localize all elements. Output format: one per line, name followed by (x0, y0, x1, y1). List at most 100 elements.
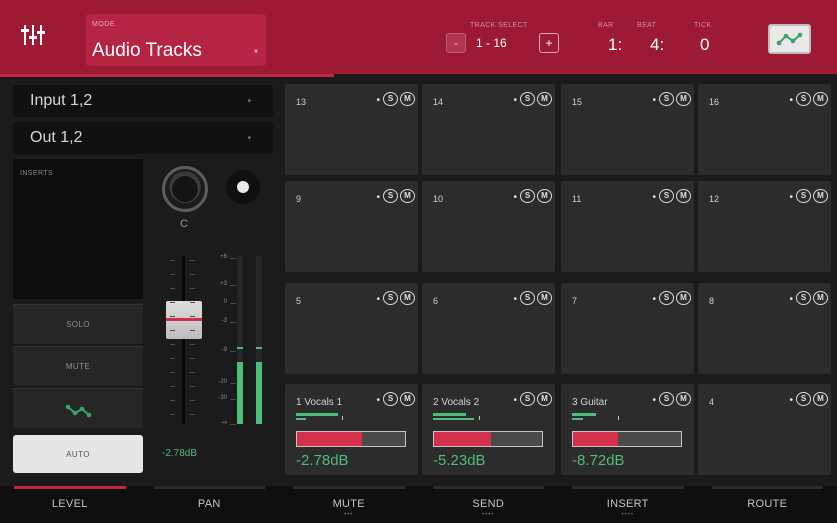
pad-record-dot[interactable]: • (513, 395, 517, 406)
fader-scale-tick (230, 322, 236, 323)
pad-solo-button[interactable]: S (659, 392, 674, 406)
pad-record-dot[interactable]: • (513, 95, 517, 106)
pad-mute-button[interactable]: M (813, 392, 828, 406)
pad-mute-button[interactable]: M (676, 392, 691, 406)
fader-minor-tick (190, 414, 195, 415)
pad-mute-button[interactable]: M (537, 189, 552, 203)
tab-route[interactable]: ROUTE (698, 486, 837, 523)
track-pad[interactable]: 8 • S M (698, 283, 831, 374)
pad-mute-button[interactable]: M (400, 189, 415, 203)
track-pad[interactable]: 4 • S M (698, 384, 831, 475)
pad-record-dot[interactable]: • (513, 294, 517, 305)
pad-volume-bar[interactable] (572, 431, 682, 447)
tab-send[interactable]: SEND •••• (419, 486, 559, 523)
pad-mute-button[interactable]: M (537, 92, 552, 106)
pad-mute-button[interactable]: M (537, 392, 552, 406)
pad-record-dot[interactable]: • (652, 294, 656, 305)
pad-mute-button[interactable]: M (676, 92, 691, 106)
tab-level[interactable]: LEVEL (0, 486, 140, 523)
pad-solo-button[interactable]: S (659, 291, 674, 305)
pad-record-dot[interactable]: • (652, 395, 656, 406)
pad-solo-button[interactable]: S (383, 92, 398, 106)
tick-value[interactable]: 0 (700, 35, 709, 55)
pad-solo-button[interactable]: S (796, 392, 811, 406)
pad-mute-button[interactable]: M (400, 92, 415, 106)
record-arm-button[interactable] (226, 170, 260, 204)
fader-handle[interactable] (166, 300, 202, 339)
pad-mute-button[interactable]: M (813, 92, 828, 106)
pad-record-dot[interactable]: • (652, 192, 656, 203)
pad-solo-button[interactable]: S (520, 92, 535, 106)
fader-value: -2.78dB (162, 448, 198, 459)
pad-mute-button[interactable]: M (400, 392, 415, 406)
fader-track[interactable] (182, 256, 185, 424)
pad-record-dot[interactable]: • (652, 95, 656, 106)
pad-solo-button[interactable]: S (659, 92, 674, 106)
track-pad[interactable]: 15 • S M (561, 84, 694, 175)
automation-button[interactable] (768, 24, 811, 54)
mode-selector[interactable]: MODE Audio Tracks ▾ (86, 14, 266, 66)
pad-record-dot[interactable]: • (376, 294, 380, 305)
pad-record-dot[interactable]: • (513, 192, 517, 203)
pad-mute-button[interactable]: M (676, 291, 691, 305)
tab-mute[interactable]: MUTE ••• (279, 486, 419, 523)
track-pad[interactable]: 1 Vocals 1 • S M -2.78dB (285, 384, 418, 475)
track-pad[interactable]: 5 • S M (285, 283, 418, 374)
beat-value[interactable]: 4: (650, 35, 664, 55)
solo-button[interactable]: SOLO (13, 304, 143, 344)
auto-button[interactable]: AUTO (13, 435, 143, 473)
input-select[interactable]: Input 1,2 ▾ (13, 85, 273, 117)
pad-mute-button[interactable]: M (676, 189, 691, 203)
fader-minor-tick (190, 330, 195, 331)
pad-solo-button[interactable]: S (383, 392, 398, 406)
track-pad[interactable]: 9 • S M (285, 181, 418, 272)
pad-record-dot[interactable]: • (376, 192, 380, 203)
track-pad[interactable]: 6 • S M (422, 283, 555, 374)
tab-label: LEVEL (51, 498, 88, 510)
bar-value[interactable]: 1: (608, 35, 622, 55)
pad-mute-button[interactable]: M (813, 291, 828, 305)
inserts-panel[interactable]: INSERTS (13, 159, 143, 299)
automation-read-button[interactable] (13, 388, 143, 428)
pad-volume-bar[interactable] (433, 431, 543, 447)
pan-knob[interactable] (162, 166, 208, 212)
output-select[interactable]: Out 1,2 ▾ (13, 122, 273, 154)
pad-solo-button[interactable]: S (659, 189, 674, 203)
pad-number: 14 (433, 97, 444, 107)
pad-solo-button[interactable]: S (520, 392, 535, 406)
mute-button[interactable]: MUTE (13, 346, 143, 386)
pad-record-dot[interactable]: • (789, 192, 793, 203)
mixer-sliders-icon[interactable] (20, 22, 46, 48)
pad-mute-button[interactable]: M (400, 291, 415, 305)
pad-solo-button[interactable]: S (383, 189, 398, 203)
pad-solo-button[interactable]: S (796, 189, 811, 203)
fader-minor-tick (170, 302, 175, 303)
pad-record-dot[interactable]: • (789, 294, 793, 305)
pad-record-dot[interactable]: • (376, 395, 380, 406)
pad-solo-button[interactable]: S (796, 291, 811, 305)
track-pad[interactable]: 12 • S M (698, 181, 831, 272)
track-minus-button[interactable]: - (446, 33, 466, 53)
track-pad[interactable]: 7 • S M (561, 283, 694, 374)
pad-record-dot[interactable]: • (376, 95, 380, 106)
pad-solo-button[interactable]: S (520, 189, 535, 203)
pad-record-dot[interactable]: • (789, 395, 793, 406)
pad-solo-button[interactable]: S (796, 92, 811, 106)
pad-solo-button[interactable]: S (520, 291, 535, 305)
tab-pan[interactable]: PAN (140, 486, 280, 523)
pad-record-dot[interactable]: • (789, 95, 793, 106)
pad-mute-button[interactable]: M (813, 189, 828, 203)
track-pad[interactable]: 10 • S M (422, 181, 555, 272)
pad-mute-button[interactable]: M (537, 291, 552, 305)
track-pad[interactable]: 13 • S M (285, 84, 418, 175)
track-pad[interactable]: 14 • S M (422, 84, 555, 175)
tab-insert[interactable]: INSERT •••• (558, 486, 698, 523)
track-pad[interactable]: 16 • S M (698, 84, 831, 175)
track-pad[interactable]: 3 Guitar • S M -8.72dB (561, 384, 694, 475)
pad-solo-button[interactable]: S (383, 291, 398, 305)
pad-volume-bar[interactable] (296, 431, 406, 447)
pad-number: 16 (709, 97, 720, 107)
track-plus-button[interactable]: + (539, 33, 559, 53)
track-pad[interactable]: 2 Vocals 2 • S M -5.23dB (422, 384, 555, 475)
track-pad[interactable]: 11 • S M (561, 181, 694, 272)
